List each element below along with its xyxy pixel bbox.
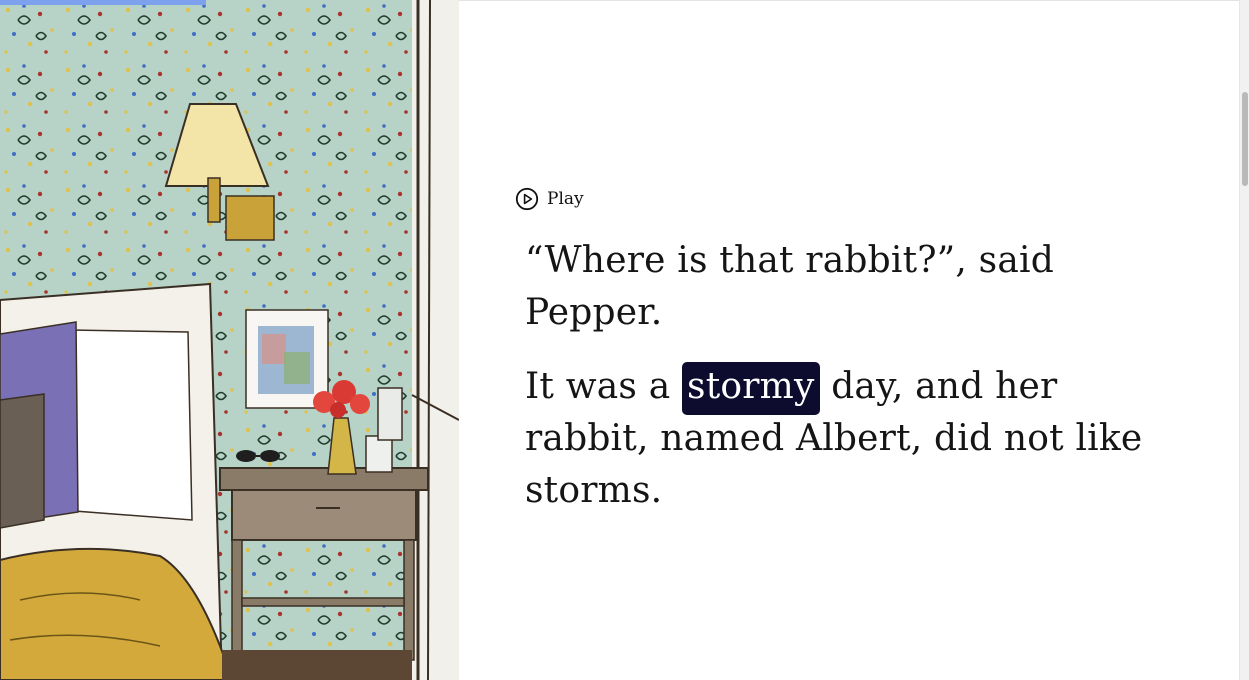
bedroom-illustration-svg bbox=[0, 0, 459, 680]
story-paragraph-1[interactable]: “Where is that rabbit?”, said Pepper. bbox=[525, 235, 1165, 339]
story-text-before-highlight[interactable]: It was a bbox=[525, 366, 682, 407]
story-text-panel: Play “Where is that rabbit?”, said Peppe… bbox=[459, 0, 1240, 680]
story-paragraph-2: It was a stormy day, and her rabbit, nam… bbox=[525, 361, 1165, 517]
storybook-page: Play “Where is that rabbit?”, said Peppe… bbox=[0, 0, 1249, 680]
play-circle-icon bbox=[515, 187, 539, 211]
scrollbar-thumb[interactable] bbox=[1242, 92, 1248, 186]
play-label: Play bbox=[547, 189, 584, 209]
play-button[interactable]: Play bbox=[515, 187, 584, 211]
story-text: “Where is that rabbit?”, said Pepper. It… bbox=[525, 235, 1165, 539]
reading-progress-fill bbox=[0, 0, 206, 5]
bedroom-illustration bbox=[0, 0, 459, 680]
highlighted-word[interactable]: stormy bbox=[682, 362, 820, 415]
vertical-scrollbar[interactable] bbox=[1239, 0, 1249, 680]
reading-progress-bar bbox=[0, 0, 459, 5]
